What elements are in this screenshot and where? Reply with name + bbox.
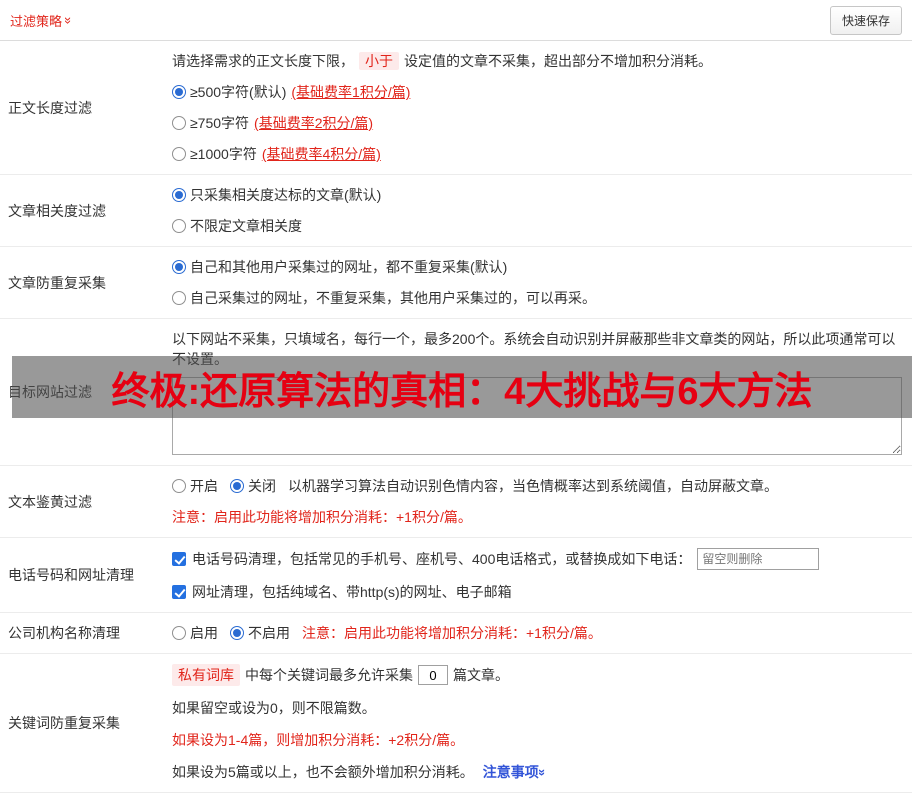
keyword-note-zero: 如果留空或设为0，则不限篇数。 — [172, 700, 376, 716]
checkbox-icon[interactable] — [172, 585, 186, 599]
keyword-dedup-label: 关键词防重复采集 — [8, 715, 120, 731]
porn-filter-desc: 以机器学习算法自动识别色情内容，当色情概率达到系统阈值，自动屏蔽文章。 — [288, 478, 778, 494]
keyword-limit-text-post: 篇文章。 — [453, 667, 509, 683]
page-header: 过滤策略 快速保存 — [0, 0, 912, 41]
radio-option-500-chars[interactable]: ≥500字符(默认) (基础费率1积分/篇) — [172, 82, 902, 102]
row-phone-url-clean: 电话号码和网址清理 电话号码清理，包括常见的手机号、座机号、400电话格式，或替… — [0, 538, 912, 613]
radio-icon[interactable] — [172, 291, 186, 305]
porn-filter-cost-note: 注意：启用此功能将增加积分消耗：+1积分/篇。 — [172, 509, 472, 525]
replacement-phone-input[interactable] — [697, 548, 820, 570]
radio-label: ≥750字符 — [190, 115, 250, 131]
row-company-clean: 公司机构名称清理 启用 不启用 注意：启用此功能将增加积分消耗：+1积分/篇。 — [0, 613, 912, 654]
company-clean-label: 公司机构名称清理 — [8, 625, 120, 641]
radio-icon[interactable] — [172, 147, 186, 161]
radio-option-dedup-self-only[interactable]: 自己采集过的网址，不重复采集，其他用户采集过的，可以再采。 — [172, 288, 902, 308]
radio-option-company-off[interactable]: 不启用 — [230, 623, 290, 643]
phone-url-clean-content: 电话号码清理，包括常见的手机号、座机号、400电话格式，或替换成如下电话： 网址… — [172, 548, 912, 602]
relevance-filter-label: 文章相关度过滤 — [8, 202, 106, 219]
radio-option-relevance-any[interactable]: 不限定文章相关度 — [172, 216, 902, 236]
row-length-filter: 正文长度过滤 请选择需求的正文长度下限， 小于 设定值的文章不采集，超出部分不增加积… — [0, 41, 912, 175]
porn-filter-label: 文本鉴黄过滤 — [8, 493, 92, 510]
porn-filter-options: 开启 关闭 以机器学习算法自动识别色情内容，当色情概率达到系统阈值，自动屏蔽文章… — [172, 476, 902, 496]
keyword-note-five-plus-text: 如果设为5篇或以上，也不会额外增加积分消耗。 — [172, 764, 474, 780]
rate-note: (基础费率4积分/篇) — [261, 146, 381, 162]
radio-icon[interactable] — [230, 479, 244, 493]
length-filter-desc: 请选择需求的正文长度下限， 小于 设定值的文章不采集，超出部分不增加积分消耗。 — [172, 51, 902, 71]
keyword-limit-text: 中每个关键词最多允许采集 — [245, 667, 413, 683]
radio-option-750-chars[interactable]: ≥750字符 (基础费率2积分/篇) — [172, 113, 902, 133]
porn-filter-content: 开启 关闭 以机器学习算法自动识别色情内容，当色情概率达到系统阈值，自动屏蔽文章… — [172, 476, 912, 527]
phone-url-clean-label: 电话号码和网址清理 — [8, 567, 134, 583]
keyword-note-five-plus: 如果设为5篇或以上，也不会额外增加积分消耗。 注意事项 — [172, 762, 902, 782]
checkbox-url-clean[interactable]: 网址清理，包括纯域名、带http(s)的网址、电子邮箱 — [172, 582, 512, 602]
watermark-text: 终极:还原算法的真相：4大挑战与6大方法 — [111, 370, 813, 413]
radio-icon[interactable] — [172, 479, 186, 493]
less-than-highlight: 小于 — [359, 52, 399, 70]
dedup-filter-label: 文章防重复采集 — [8, 274, 106, 291]
relevance-filter-content: 只采集相关度达标的文章(默认) 不限定文章相关度 — [172, 185, 912, 236]
chevron-double-down-icon[interactable] — [536, 768, 549, 775]
radio-label: 自己采集过的网址，不重复采集，其他用户采集过的，可以再采。 — [190, 290, 596, 306]
company-clean-options: 启用 不启用 注意：启用此功能将增加积分消耗：+1积分/篇。 — [172, 623, 902, 643]
chevron-double-down-icon[interactable] — [62, 16, 75, 23]
radio-icon[interactable] — [172, 260, 186, 274]
checkbox-label: 电话号码清理，包括常见的手机号、座机号、400电话格式，或替换成如下电话： — [192, 551, 692, 567]
max-articles-input[interactable] — [418, 665, 448, 685]
dedup-filter-content: 自己和其他用户采集过的网址，都不重复采集(默认) 自己采集过的网址，不重复采集，… — [172, 257, 912, 308]
rate-note: (基础费率2积分/篇) — [254, 115, 374, 131]
phone-clean-line: 电话号码清理，包括常见的手机号、座机号、400电话格式，或替换成如下电话： — [172, 548, 902, 570]
radio-label: ≥500字符(默认) — [190, 84, 287, 100]
row-dedup-filter: 文章防重复采集 自己和其他用户采集过的网址，都不重复采集(默认) 自己采集过的网… — [0, 247, 912, 319]
radio-option-company-on[interactable]: 启用 — [172, 623, 218, 643]
page-title: 过滤策略 — [10, 13, 63, 29]
radio-option-porn-off[interactable]: 关闭 — [230, 476, 276, 496]
rate-note: (基础费率1积分/篇) — [291, 84, 411, 100]
radio-option-relevance-only[interactable]: 只采集相关度达标的文章(默认) — [172, 185, 902, 205]
company-clean-cost-note: 注意：启用此功能将增加积分消耗：+1积分/篇。 — [302, 625, 602, 641]
radio-label: 不限定文章相关度 — [190, 218, 302, 234]
length-filter-content: 请选择需求的正文长度下限， 小于 设定值的文章不采集，超出部分不增加积分消耗。 ≥5… — [172, 51, 912, 164]
row-porn-filter: 文本鉴黄过滤 开启 关闭 以机器学习算法自动识别色情内容，当色情概率达到系统阈值… — [0, 466, 912, 538]
keyword-dedup-content: 私有词库 中每个关键词最多允许采集 篇文章。 如果留空或设为0，则不限篇数。 如… — [172, 664, 912, 782]
row-keyword-dedup: 关键词防重复采集 私有词库 中每个关键词最多允许采集 篇文章。 如果留空或设为0… — [0, 654, 912, 793]
radio-icon[interactable] — [172, 626, 186, 640]
radio-label: 不启用 — [248, 625, 290, 641]
keyword-note-cost: 如果设为1-4篇，则增加积分消耗：+2积分/篇。 — [172, 732, 465, 748]
radio-option-dedup-all-users[interactable]: 自己和其他用户采集过的网址，都不重复采集(默认) — [172, 257, 902, 277]
header-title-group: 过滤策略 — [10, 11, 72, 30]
keyword-limit-line: 私有词库 中每个关键词最多允许采集 篇文章。 — [172, 664, 902, 686]
url-clean-line: 网址清理，包括纯域名、带http(s)的网址、电子邮箱 — [172, 582, 902, 602]
company-clean-content: 启用 不启用 注意：启用此功能将增加积分消耗：+1积分/篇。 — [172, 623, 912, 643]
radio-label: 自己和其他用户采集过的网址，都不重复采集(默认) — [190, 259, 508, 275]
private-lexicon-highlight: 私有词库 — [172, 664, 240, 686]
checkbox-phone-clean[interactable]: 电话号码清理，包括常见的手机号、座机号、400电话格式，或替换成如下电话： — [172, 549, 691, 569]
radio-icon[interactable] — [172, 85, 186, 99]
row-relevance-filter: 文章相关度过滤 只采集相关度达标的文章(默认) 不限定文章相关度 — [0, 175, 912, 247]
radio-label: 启用 — [190, 625, 218, 641]
desc-text-post: 设定值的文章不采集，超出部分不增加积分消耗。 — [404, 53, 712, 69]
radio-label: 关闭 — [248, 478, 276, 494]
radio-icon[interactable] — [172, 116, 186, 130]
radio-option-porn-on[interactable]: 开启 — [172, 476, 218, 496]
notice-link[interactable]: 注意事项 — [483, 762, 539, 782]
radio-label: 只采集相关度达标的文章(默认) — [190, 187, 382, 203]
radio-option-1000-chars[interactable]: ≥1000字符 (基础费率4积分/篇) — [172, 144, 902, 164]
radio-icon[interactable] — [230, 626, 244, 640]
radio-label: ≥1000字符 — [190, 146, 257, 162]
checkbox-icon[interactable] — [172, 552, 186, 566]
desc-text-pre: 请选择需求的正文长度下限， — [172, 53, 354, 69]
length-filter-label: 正文长度过滤 — [8, 99, 92, 116]
watermark-banner: 终极:还原算法的真相：4大挑战与6大方法 — [12, 356, 912, 418]
radio-icon[interactable] — [172, 188, 186, 202]
radio-icon[interactable] — [172, 219, 186, 233]
quick-save-button[interactable]: 快速保存 — [829, 5, 902, 35]
radio-label: 开启 — [190, 478, 218, 494]
checkbox-label: 网址清理，包括纯域名、带http(s)的网址、电子邮箱 — [192, 584, 512, 600]
